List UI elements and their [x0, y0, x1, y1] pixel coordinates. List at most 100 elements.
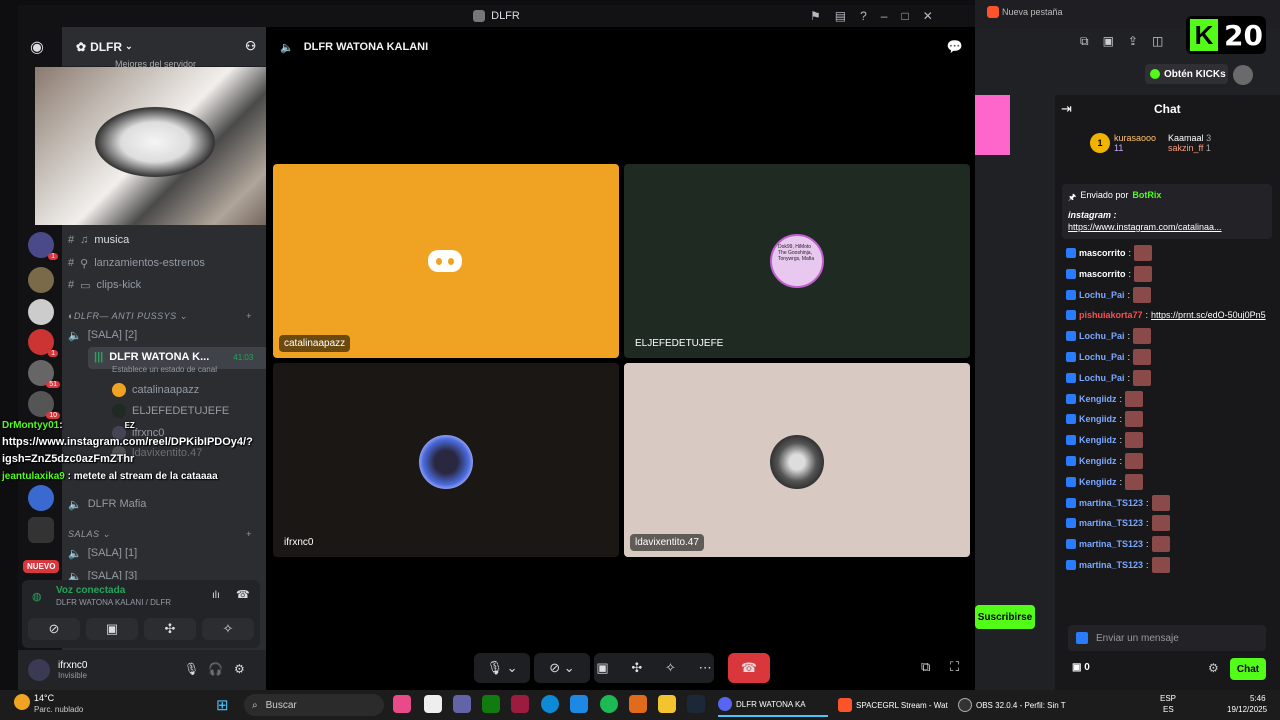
emote-picker-icon[interactable] [1076, 632, 1088, 644]
server-icon-3[interactable] [28, 299, 54, 325]
extension-icon[interactable]: ⧉ [1080, 34, 1089, 49]
invite-icon[interactable]: ⚇ [245, 39, 256, 53]
windows-start-icon[interactable]: ⊞ [216, 696, 229, 714]
taskbar-brave[interactable]: SPACEGRL Stream - Wat [838, 693, 953, 717]
chat-username[interactable]: martina_TS123 [1079, 498, 1143, 508]
channel-clips[interactable]: # ▭ clips-kick [68, 275, 141, 295]
channel-lanzamientos[interactable]: # ⚲ lanzamientos-estrenos [68, 253, 205, 273]
minimize-icon[interactable]: – [881, 9, 888, 23]
server-icon-2[interactable] [28, 267, 54, 293]
voice-location[interactable]: DLFR WATONA KALANI / DLFR [56, 598, 171, 607]
search-box[interactable]: ⌕ Buscar [244, 694, 384, 716]
activities-icon[interactable]: ✣ [631, 660, 642, 676]
share-controls[interactable]: ▣ ✣ ✧ ⋯ [594, 653, 714, 683]
subscribe-button[interactable]: Suscribirse [975, 605, 1035, 629]
discord-home-icon[interactable]: ◉ [30, 37, 44, 57]
channel-musica[interactable]: # ♫ musica [68, 230, 129, 250]
weather-icon[interactable] [14, 694, 30, 710]
voice-member[interactable]: catalinaapazz [112, 380, 199, 400]
taskbar-app-icon[interactable] [393, 695, 411, 713]
soundboard-button[interactable]: ✧ [202, 618, 254, 640]
gifter2-name[interactable]: Kaamaal [1168, 133, 1204, 143]
participant-tile[interactable]: Dok99, HiMoto The Gooshinja, Tonywrgs, M… [624, 164, 970, 358]
server-icon-7[interactable] [28, 485, 54, 511]
chat-username[interactable]: pishuiakorta77 [1079, 310, 1143, 320]
obtain-kicks-button[interactable]: Obtén KICKs [1145, 64, 1228, 84]
server-icon-4[interactable]: 1 [28, 329, 58, 357]
chat-username[interactable]: martina_TS123 [1079, 518, 1143, 528]
channel-watona[interactable]: ||| DLFR WATONA K... 41:03 [94, 347, 253, 367]
spotify-icon[interactable] [600, 695, 618, 713]
category-anti[interactable]: ◐ DLFR— ANTI PUSSYS ⌄ + [68, 308, 251, 324]
signal-icon[interactable]: ◍ [32, 590, 42, 603]
popout-icon[interactable]: ⧉ [921, 659, 930, 675]
browser-tab-title[interactable]: Nueva pestaña [1002, 7, 1063, 17]
server-icon-6[interactable]: 10 [28, 391, 60, 419]
taskbar-app-icon[interactable] [482, 695, 500, 713]
sidebar-icon[interactable]: ◫ [1152, 34, 1163, 48]
share-icon[interactable]: ⇪ [1128, 34, 1138, 48]
participant-tile[interactable]: ldavixentito.47 [624, 363, 970, 557]
pinned-bot-name[interactable]: BotRix [1132, 190, 1161, 206]
add-channel-icon[interactable]: + [246, 529, 252, 539]
kick-avatar[interactable] [1233, 65, 1253, 85]
chat-username[interactable]: Kengiidz [1079, 456, 1117, 466]
chat-username[interactable]: Lochu_Pai [1079, 352, 1125, 362]
chat-send-button[interactable]: Chat [1230, 658, 1266, 680]
chat-bubble-icon[interactable]: 💬 [947, 39, 963, 55]
chat-username[interactable]: Kengiidz [1079, 435, 1117, 445]
help-icon[interactable]: ? [860, 9, 867, 23]
channel-sala2[interactable]: 🔈 [SALA] [2] [68, 325, 137, 345]
chat-username[interactable]: Kengiidz [1079, 394, 1117, 404]
channel-sala1[interactable]: 🔈 [SALA] [1] [68, 543, 137, 563]
mute-button[interactable]: 🎙 ⌄ [474, 653, 530, 683]
user-settings-icon[interactable]: ⚙ [234, 662, 245, 676]
chat-username[interactable]: Lochu_Pai [1079, 331, 1125, 341]
camera-button[interactable]: ⊘ [28, 618, 80, 640]
avatar[interactable] [28, 659, 50, 681]
soundboard-icon[interactable]: ✧ [665, 660, 676, 676]
channel-status[interactable]: Establece un estado de canal [112, 365, 217, 374]
top-gifter-name[interactable]: kurasaooo [1114, 133, 1156, 143]
inbox-icon[interactable]: ▤ [835, 9, 846, 23]
channel-points[interactable]: ▣ 0 [1072, 662, 1090, 673]
participant-tile[interactable]: catalinaapazz [273, 164, 619, 358]
fullscreen-icon[interactable]: ⛶ [950, 659, 959, 675]
close-icon[interactable]: ✕ [923, 9, 933, 23]
taskbar-app-icon[interactable] [570, 695, 588, 713]
activities-button[interactable]: ✣ [144, 618, 196, 640]
chat-link[interactable]: https://prnt.sc/edO-50uj0Pn5 [1151, 310, 1266, 320]
microphone-icon[interactable]: 🎙 [184, 662, 199, 676]
participant-tile[interactable]: ifrxnc0 [273, 363, 619, 557]
chat-username[interactable]: martina_TS123 [1079, 539, 1143, 549]
clock-time[interactable]: 5:46 [1250, 694, 1266, 703]
screenshare-button[interactable]: ▣ [86, 618, 138, 640]
chat-username[interactable]: Kengiidz [1079, 414, 1117, 424]
collapse-chat-icon[interactable]: ⇥ [1061, 101, 1072, 117]
taskbar-app-icon[interactable] [511, 695, 529, 713]
taskbar-obs[interactable]: OBS 32.0.4 - Perfil: Sin T [958, 693, 1073, 717]
chat-username[interactable]: Lochu_Pai [1079, 373, 1125, 383]
hangup-button[interactable]: ☎ [728, 653, 770, 683]
pinned-link[interactable]: https://www.instagram.com/catalinaa... [1068, 222, 1266, 232]
camera-toggle-button[interactable]: ⊘ ⌄ [534, 653, 590, 683]
disconnect-icon[interactable]: ☎ [236, 588, 250, 601]
language-indicator[interactable]: ESP [1160, 694, 1176, 703]
channel-mafia[interactable]: 🔈 DLFR Mafia [68, 494, 146, 514]
flag-icon[interactable]: ⚑ [810, 9, 821, 23]
taskbar-app-icon[interactable] [629, 695, 647, 713]
taskbar-app-icon[interactable] [424, 695, 442, 713]
taskbar-app-icon[interactable] [453, 695, 471, 713]
taskbar-app-icon[interactable] [541, 695, 559, 713]
screenshot-icon[interactable]: ▣ [1103, 34, 1114, 48]
screenshare-icon[interactable]: ▣ [596, 660, 608, 676]
chat-username[interactable]: Kengiidz [1079, 477, 1117, 487]
chat-input[interactable]: Enviar un mensaje [1068, 625, 1266, 651]
server-bar-icon[interactable]: 1 [28, 232, 58, 260]
add-channel-icon[interactable]: + [246, 311, 252, 321]
category-salas[interactable]: SALAS ⌄ + [68, 526, 251, 542]
gifter3-name[interactable]: sakzin_ff [1168, 143, 1203, 153]
chat-username[interactable]: martina_TS123 [1079, 560, 1143, 570]
server-icon-5[interactable]: 51 [28, 360, 60, 388]
chat-username[interactable]: Lochu_Pai [1079, 290, 1125, 300]
